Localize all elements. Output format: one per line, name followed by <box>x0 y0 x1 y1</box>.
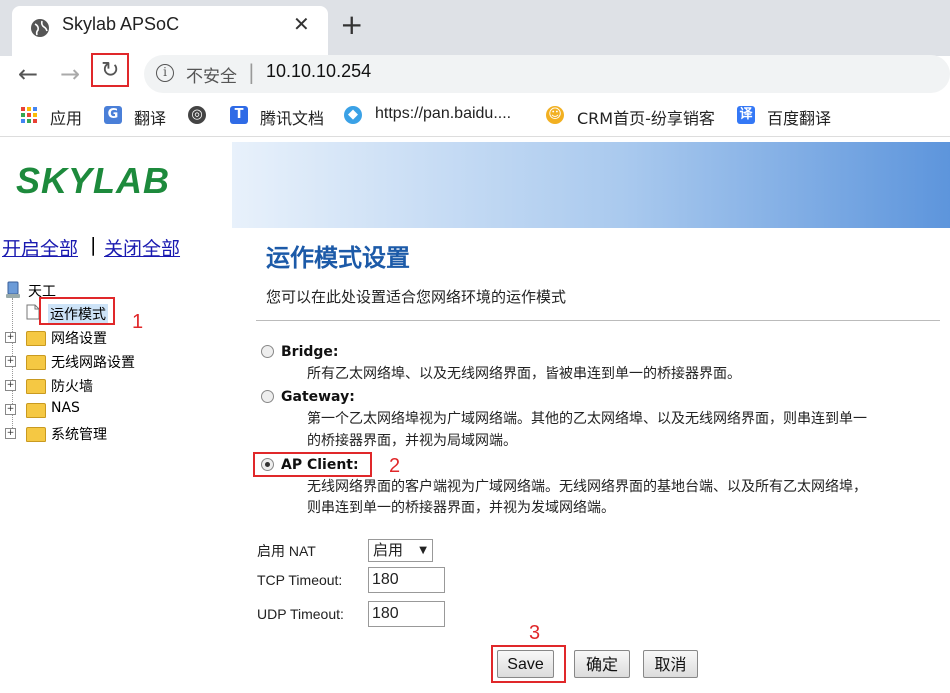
folder-icon <box>26 403 46 418</box>
nat-select-value: 启用 <box>373 541 404 559</box>
gateway-description-line1: 第一个乙太网络埠视为广域网络端。其他的乙太网络埠、以及无线网络界面，则串连到单一 <box>307 411 867 427</box>
forward-arrow-icon[interactable]: → <box>60 60 80 88</box>
udp-timeout-label: UDP Timeout: <box>257 606 344 622</box>
folder-icon <box>26 331 46 346</box>
close-all-link[interactable]: 关闭全部 <box>104 234 180 261</box>
tcp-timeout-label: TCP Timeout: <box>257 572 343 588</box>
baidu-translate-icon: 译 <box>737 106 755 124</box>
expand-icon[interactable]: + <box>5 428 16 439</box>
page-description: 您可以在此处设置适合您网络环境的运作模式 <box>266 288 567 306</box>
folder-icon <box>26 427 46 442</box>
new-tab-button[interactable]: + <box>340 10 363 40</box>
expand-icon[interactable]: + <box>5 332 16 343</box>
annotation-1: 1 <box>132 311 144 333</box>
bookmark-translate[interactable]: 翻译 <box>134 105 166 129</box>
close-tab-icon[interactable]: ✕ <box>293 12 310 36</box>
tree-item-wireless[interactable]: 无线网路设置 <box>51 352 135 372</box>
save-highlight-box <box>491 645 566 683</box>
bridge-label: Bridge: <box>281 344 339 360</box>
header-banner <box>232 142 950 228</box>
bookmark-apps[interactable]: 应用 <box>50 105 82 129</box>
expand-icon[interactable]: + <box>5 380 16 391</box>
crm-icon: ☺ <box>546 106 564 124</box>
operation-mode-highlight-box <box>39 297 115 325</box>
bookmark-baidu-translate[interactable]: 百度翻译 <box>767 105 831 129</box>
annotation-2: 2 <box>389 455 401 477</box>
tencent-docs-icon: T <box>230 106 248 124</box>
cancel-button[interactable]: 取消 <box>643 650 698 678</box>
open-all-link[interactable]: 开启全部 <box>2 234 78 261</box>
ap-client-highlight-box <box>253 452 372 477</box>
confirm-button[interactable]: 确定 <box>574 650 630 678</box>
globe-icon[interactable]: ◎ <box>188 106 206 124</box>
tree-line <box>12 298 14 436</box>
url-separator: | <box>248 60 255 84</box>
tree-item-nas[interactable]: NAS <box>51 400 80 416</box>
bookmark-crm[interactable]: CRM首页-纷享销客 <box>577 105 715 129</box>
info-icon[interactable]: i <box>156 64 174 82</box>
tree-item-firewall[interactable]: 防火墙 <box>51 376 93 396</box>
baidu-pan-icon: ◆ <box>344 106 362 124</box>
bookmark-tencent-docs[interactable]: 腾讯文档 <box>260 105 324 129</box>
gateway-label: Gateway: <box>281 389 355 405</box>
expand-icon[interactable]: + <box>5 404 16 415</box>
gateway-radio[interactable] <box>261 390 274 403</box>
folder-icon <box>26 379 46 394</box>
page-title: 运作模式设置 <box>266 244 410 272</box>
expand-icon[interactable]: + <box>5 356 16 367</box>
address-bar[interactable] <box>144 55 950 93</box>
annotation-3: 3 <box>529 622 541 644</box>
url-text[interactable]: 10.10.10.254 <box>266 61 371 82</box>
translate-icon: G <box>104 106 122 124</box>
gateway-description-line2: 的桥接器界面，并视为局域网端。 <box>307 433 517 449</box>
apps-grid-icon <box>20 106 38 124</box>
insecure-label: 不安全 <box>186 67 237 87</box>
reload-highlight-box <box>91 53 129 87</box>
udp-timeout-input[interactable]: 180 <box>368 601 445 627</box>
page-icon <box>26 304 40 320</box>
tree-item-network[interactable]: 网络设置 <box>51 328 107 348</box>
ap-client-description-line1: 无线网络界面的客户端视为广域网络端。无线网络界面的基地台端、以及所有乙太网络埠， <box>307 479 867 495</box>
dropdown-arrow-icon: ▼ <box>419 545 427 556</box>
bridge-description: 所有乙太网络埠、以及无线网络界面，皆被串连到单一的桥接器界面。 <box>307 366 741 382</box>
divider <box>256 320 940 321</box>
bookmark-baidu-pan[interactable]: https://pan.baidu.... <box>375 105 511 123</box>
folder-icon <box>26 355 46 370</box>
bridge-radio[interactable] <box>261 345 274 358</box>
ap-client-description-line2: 则串连到单一的桥接器界面，并视为发域网络端。 <box>307 500 615 516</box>
link-separator: | <box>90 234 97 256</box>
tree-item-system[interactable]: 系统管理 <box>51 424 107 444</box>
skylab-logo: SKYLAB <box>16 160 171 201</box>
back-arrow-icon[interactable]: ← <box>18 60 38 88</box>
nat-select[interactable]: 启用 ▼ <box>368 539 433 562</box>
globe-icon <box>31 19 49 37</box>
nat-label: 启用 NAT <box>257 543 316 559</box>
tcp-timeout-input[interactable]: 180 <box>368 567 445 593</box>
computer-icon <box>6 281 20 298</box>
tab-title: Skylab APSoC <box>62 14 180 34</box>
